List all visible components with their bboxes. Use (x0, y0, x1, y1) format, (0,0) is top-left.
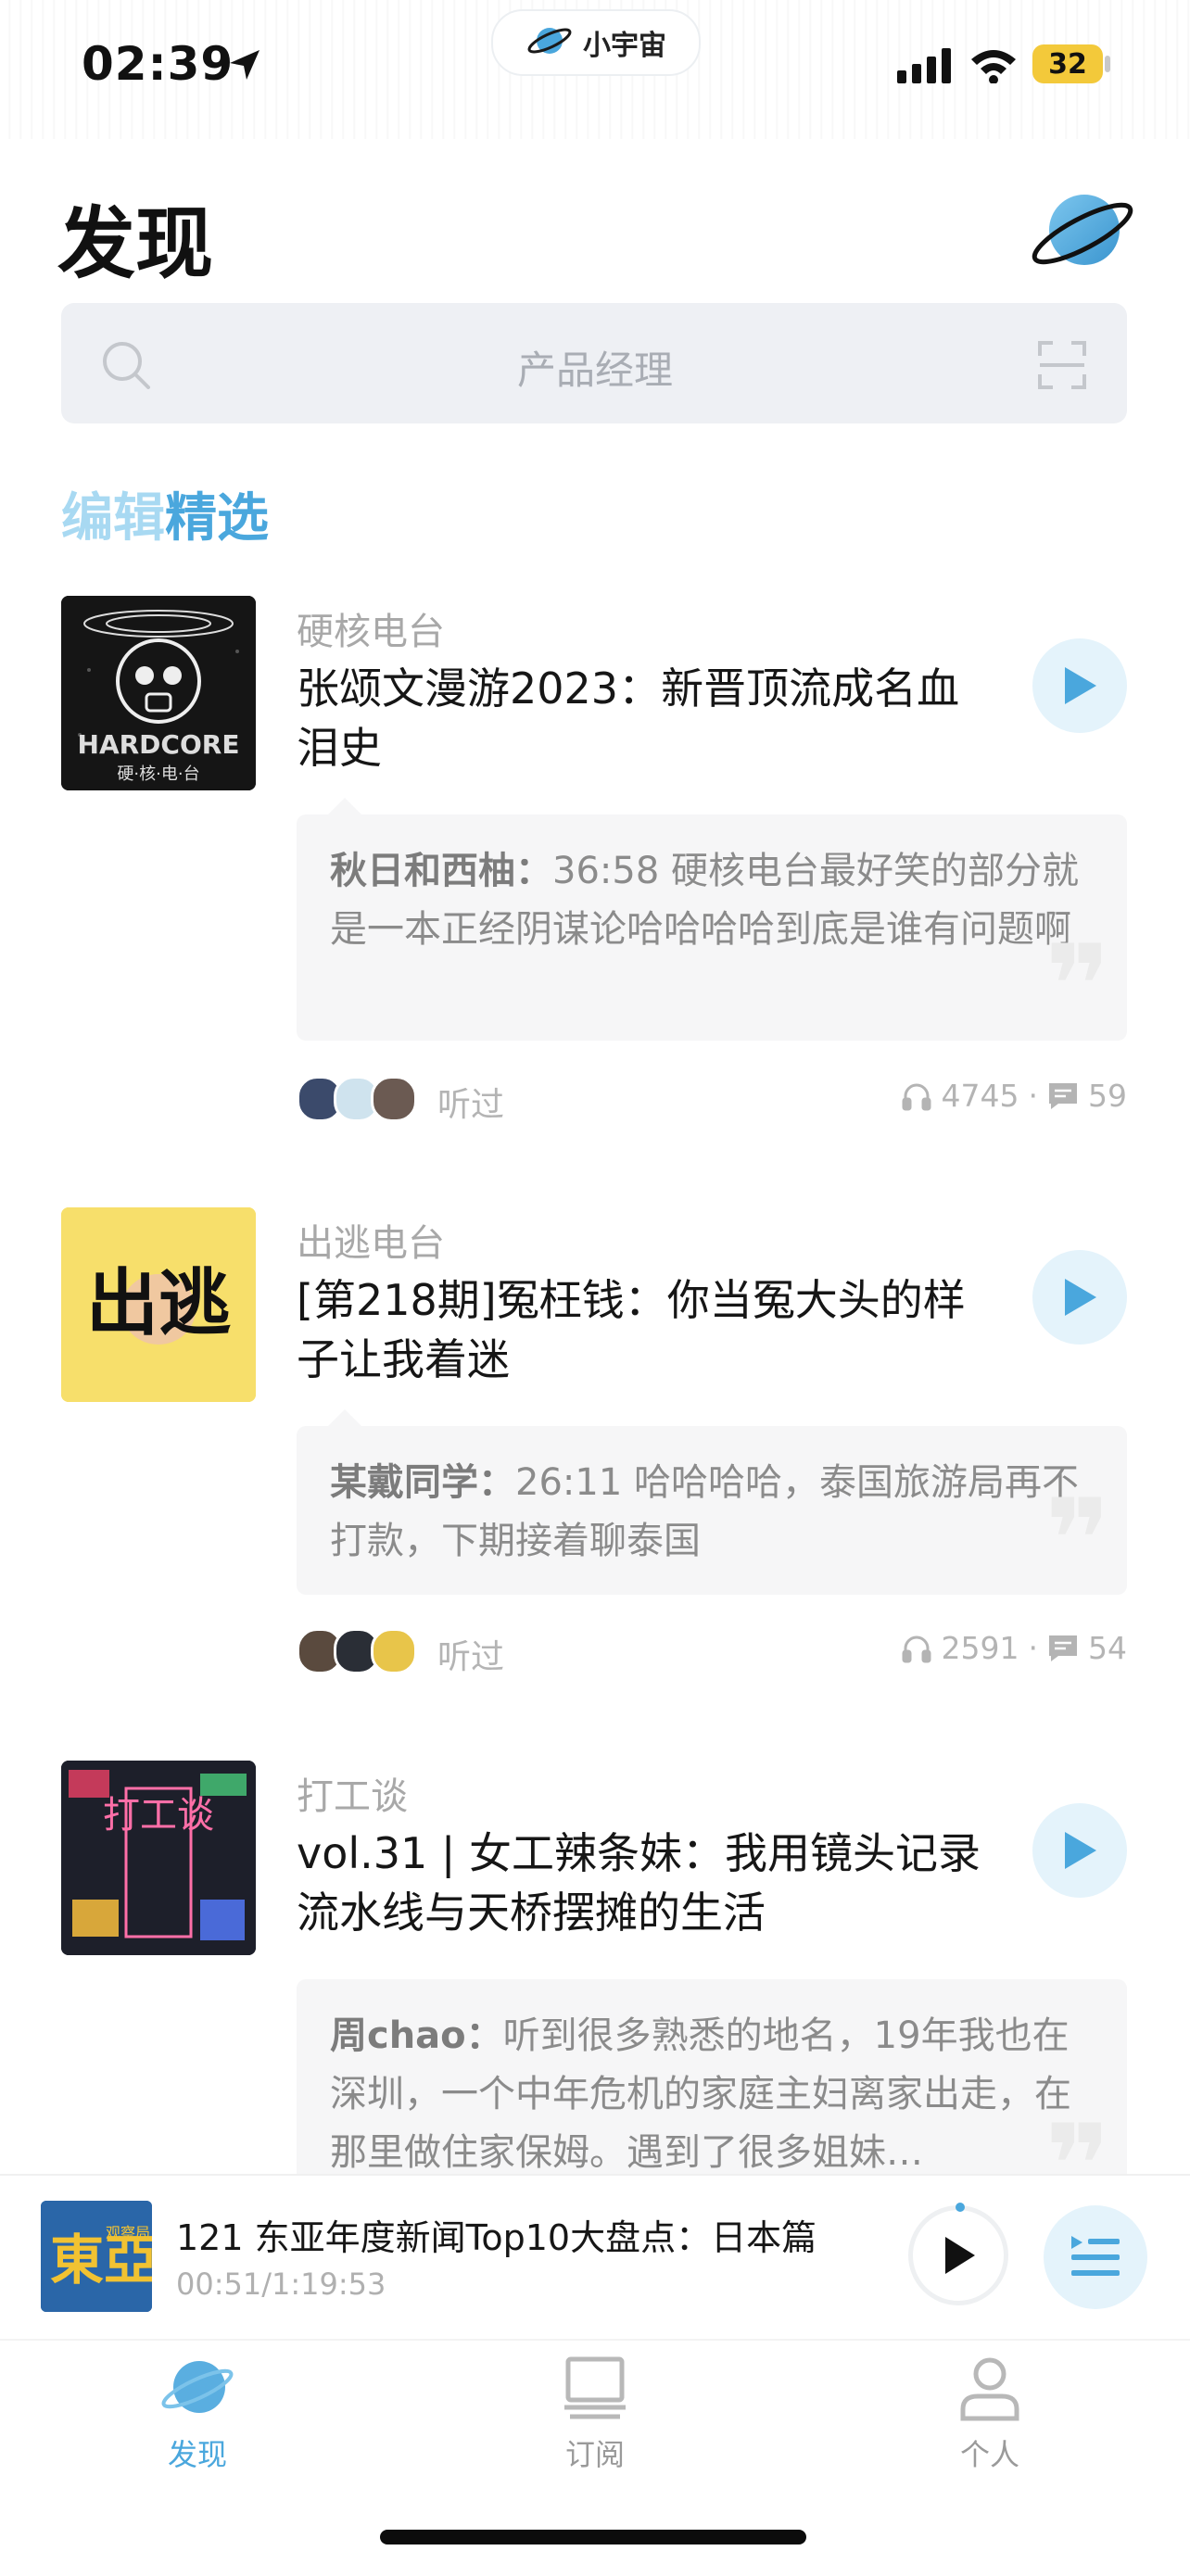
tab-label: 个人 (959, 2437, 1019, 2472)
play-button[interactable] (1032, 1803, 1127, 1898)
dynamic-island-app-indicator[interactable]: 小宇宙 (491, 9, 701, 76)
cellular-signal-icon (897, 48, 955, 87)
cover-text: 打工谈 (103, 1794, 214, 1837)
avatar (371, 1628, 417, 1674)
planet-logo-icon[interactable] (1027, 185, 1138, 282)
tab-label: 订阅 (564, 2437, 625, 2472)
status-time: 02:39 (82, 37, 234, 91)
comment-text: 周chao：听到很多熟悉的地名，19年我也在深圳，一个中年危机的家庭主妇离家出走… (330, 2007, 1099, 2182)
mini-player-title[interactable]: 121 东亚年度新闻Top10大盘点：日本篇 (176, 2209, 817, 2260)
play-icon (1065, 1832, 1096, 1869)
play-button[interactable] (1032, 638, 1127, 733)
comment-author: 秋日和西柚： (330, 850, 552, 892)
planet-icon (161, 2361, 234, 2413)
listened-label: 听过 (437, 1086, 505, 1124)
section-title-part2: 精选 (165, 488, 269, 549)
meta-row: 听过 2591 · 54 (297, 1628, 1127, 1676)
playlist-button[interactable] (1044, 2205, 1147, 2309)
mini-player-cover[interactable]: 東亞 观察局 (41, 2201, 152, 2312)
quote-icon: ❞ (1044, 922, 1110, 1051)
tab-label: 发现 (167, 2437, 227, 2472)
play-icon (1065, 1279, 1096, 1316)
location-arrow-icon (226, 46, 263, 87)
home-indicator (380, 2530, 806, 2544)
page-title: 发现 (57, 198, 214, 289)
comment-text: 某戴同学：26:11 哈哈哈哈，泰国旅游局再不打款，下期接着聊泰国 (330, 1454, 1099, 1571)
play-count: 2591 (941, 1630, 1019, 1666)
island-label: 小宇宙 (583, 30, 666, 62)
planet-icon (525, 22, 574, 63)
play-icon (1065, 667, 1096, 704)
comment-icon (1049, 1082, 1077, 1109)
comment-author: 周chao： (330, 2014, 503, 2057)
episode-title[interactable]: [第218期]冤枉钱：你当冤大头的样子让我着迷 (297, 1270, 1001, 1389)
comment-pointer (328, 1409, 361, 1426)
tab-profile[interactable]: 个人 (869, 2354, 1110, 2474)
person-icon (960, 2357, 1019, 2421)
listener-avatars[interactable] (297, 1628, 417, 1674)
episode-title[interactable]: 张颂文漫游2023：新晋顶流成名血泪史 (297, 659, 1001, 777)
comment-icon (1049, 1635, 1077, 1661)
section-title-part1: 编辑 (61, 488, 165, 549)
podcast-cover-escape[interactable]: 出逃 (61, 1207, 256, 1402)
podcast-name[interactable]: 打工谈 (297, 1766, 408, 1820)
listener-avatars[interactable] (297, 1076, 417, 1122)
meta-row: 听过 4745 · 59 (297, 1076, 1127, 1124)
podcast-name[interactable]: 硬核电台 (297, 601, 445, 655)
playlist-icon (1071, 2236, 1120, 2276)
comment-text: 秋日和西柚：36:58 硬核电台最好笑的部分就是一本正经阴谋论哈哈哈哈到底是谁有… (330, 842, 1099, 959)
podcast-name[interactable]: 出逃电台 (297, 1213, 445, 1267)
scan-icon[interactable] (1036, 339, 1088, 395)
subscription-icon (564, 2356, 626, 2419)
comment-box[interactable]: 秋日和西柚：36:58 硬核电台最好笑的部分就是一本正经阴谋论哈哈哈哈到底是谁有… (297, 798, 1127, 1051)
section-title: 编辑精选 (61, 476, 269, 551)
episode-stats: 2591 · 54 (901, 1630, 1127, 1666)
tab-subscribe[interactable]: 订阅 (475, 2354, 715, 2474)
podcast-cover-hardcore[interactable]: HARDCORE 硬·核·电·台 (61, 596, 256, 790)
wifi-icon (969, 46, 1018, 87)
listened-label: 听过 (437, 1638, 505, 1676)
comment-pointer (328, 798, 361, 814)
cover-subtext: 硬·核·电·台 (117, 764, 199, 784)
cover-text: HARDCORE (78, 729, 240, 760)
cover-subtext: 观察局 (106, 2224, 150, 2241)
avatar (371, 1076, 417, 1122)
episode-title[interactable]: vol.31 | 女工辣条妹：我用镜头记录流水线与天桥摆摊的生活 (297, 1824, 1001, 1942)
progress-indicator (956, 2203, 965, 2212)
tab-discover[interactable]: 发现 (77, 2354, 318, 2474)
battery-tip (1105, 56, 1110, 72)
mini-player-play-button[interactable] (908, 2205, 1008, 2305)
headphones-icon (902, 1083, 931, 1110)
comment-box[interactable]: 某戴同学：26:11 哈哈哈哈，泰国旅游局再不打款，下期接着聊泰国 ❞ (297, 1409, 1127, 1605)
comment-count: 54 (1088, 1630, 1127, 1666)
comment-author: 某戴同学： (330, 1461, 515, 1504)
battery-indicator: 32 (1032, 44, 1103, 83)
play-count: 4745 (941, 1078, 1019, 1114)
episode-stats: 4745 · 59 (901, 1078, 1127, 1114)
play-icon (945, 2237, 975, 2274)
play-button[interactable] (1032, 1250, 1127, 1345)
podcast-cover-dagong[interactable]: 打工谈 (61, 1761, 256, 1955)
quote-icon: ❞ (1044, 1476, 1110, 1605)
headphones-icon (902, 1635, 931, 1662)
search-placeholder: 产品经理 (516, 347, 673, 393)
cover-text: 出逃 (86, 1262, 231, 1345)
mini-player-time: 00:51/1:19:53 (176, 2267, 386, 2302)
comment-count: 59 (1088, 1078, 1127, 1114)
